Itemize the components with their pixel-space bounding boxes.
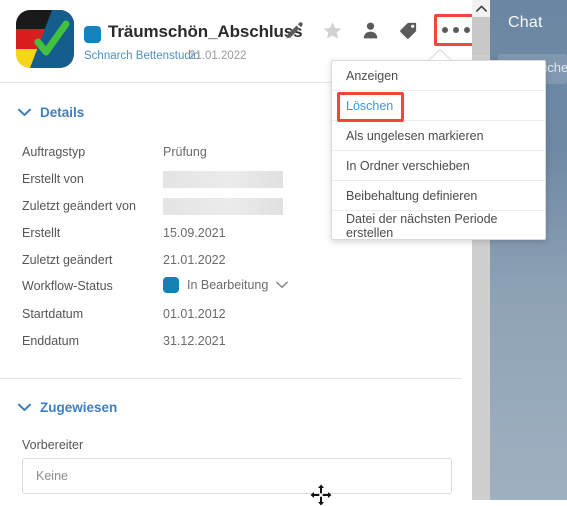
german-flag-check-icon — [16, 10, 74, 68]
menu-item-datei-der-naechsten-periode-erstellen[interactable]: Datei der nächsten Periode erstellen — [332, 211, 545, 241]
chevron-down-icon — [18, 108, 31, 116]
star-icon[interactable] — [314, 13, 350, 47]
menu-item-label: In Ordner verschieben — [346, 158, 470, 173]
document-client-link[interactable]: Schnarch Bettenstudio — [84, 50, 200, 62]
menu-item-als-ungelesen-markieren[interactable]: Als ungelesen markieren — [332, 121, 545, 151]
checkmark-overlay-icon — [30, 10, 74, 68]
detail-value: Prüfung — [163, 145, 207, 159]
status-color-chip — [163, 277, 179, 293]
menu-item-beibehaltung-definieren[interactable]: Beibehaltung definieren — [332, 181, 545, 211]
context-menu: Anzeigen Löschen Als ungelesen markieren… — [331, 60, 546, 240]
chevron-down-icon — [276, 281, 289, 289]
vorbereiter-label: Vorbereiter — [22, 438, 84, 452]
redacted-value — [163, 198, 283, 215]
vorbereiter-input[interactable]: Keine — [22, 458, 452, 494]
detail-value: 31.12.2021 — [163, 334, 226, 348]
detail-value: 01.01.2012 — [163, 307, 226, 321]
menu-item-in-ordner-verschieben[interactable]: In Ordner verschieben — [332, 151, 545, 181]
detail-label: Auftragstyp — [22, 145, 86, 159]
menu-item-label: Anzeigen — [346, 68, 399, 83]
detail-row: Startdatum 01.01.2012 — [22, 307, 452, 329]
vorbereiter-value: Keine — [36, 469, 68, 483]
details-section-title: Details — [40, 105, 85, 120]
section-divider — [0, 378, 462, 379]
menu-item-label: Beibehaltung definieren — [346, 188, 478, 203]
move-cursor — [310, 484, 332, 506]
redacted-value — [163, 171, 283, 188]
dropdown-caret — [429, 49, 451, 60]
detail-row: Zuletzt geändert 21.01.2022 — [22, 253, 452, 275]
detail-label: Enddatum — [22, 334, 79, 348]
detail-row: Enddatum 31.12.2021 — [22, 334, 452, 356]
scrollbar-thumb[interactable] — [472, 17, 490, 55]
page-title: Träumschön_Abschluss — [108, 22, 303, 41]
chevron-up-icon[interactable] — [472, 0, 490, 17]
chevron-down-icon — [18, 403, 31, 411]
menu-item-loeschen[interactable]: Löschen — [332, 91, 545, 121]
menu-item-label: Als ungelesen markieren — [346, 128, 484, 143]
details-section-header[interactable]: Details — [18, 105, 84, 120]
tag-icon[interactable] — [390, 13, 426, 47]
more-dot — [442, 27, 448, 33]
more-dot — [464, 27, 470, 33]
assigned-section-header[interactable]: Zugewiesen — [18, 400, 117, 415]
menu-item-anzeigen[interactable]: Anzeigen — [332, 61, 545, 91]
workflow-status-dropdown[interactable]: In Bearbeitung — [163, 277, 289, 293]
detail-label: Zuletzt geändert von — [22, 199, 136, 213]
person-icon[interactable] — [352, 13, 388, 47]
detail-label: Erstellt von — [22, 172, 84, 186]
menu-item-label: Löschen — [346, 98, 394, 113]
detail-row-workflow-status: Workflow-Status In Bearbeitung — [22, 277, 452, 301]
document-type-badge — [84, 26, 101, 43]
background-chat-label: Chat — [508, 14, 543, 31]
edit-pencil-icon[interactable] — [276, 13, 312, 47]
more-dot — [453, 27, 459, 33]
menu-item-label: Datei der nächsten Periode erstellen — [346, 212, 498, 240]
detail-value: 15.09.2021 — [163, 226, 226, 240]
detail-label: Workflow-Status — [22, 279, 113, 293]
detail-label: Startdatum — [22, 307, 84, 321]
document-date: 21.01.2022 — [189, 50, 247, 62]
document-toolbar — [276, 12, 478, 48]
detail-value: 21.01.2022 — [163, 253, 226, 267]
status-text: In Bearbeitung — [187, 278, 269, 292]
detail-label: Erstellt — [22, 226, 61, 240]
detail-label: Zuletzt geändert — [22, 253, 113, 267]
assigned-section-title: Zugewiesen — [40, 400, 118, 415]
